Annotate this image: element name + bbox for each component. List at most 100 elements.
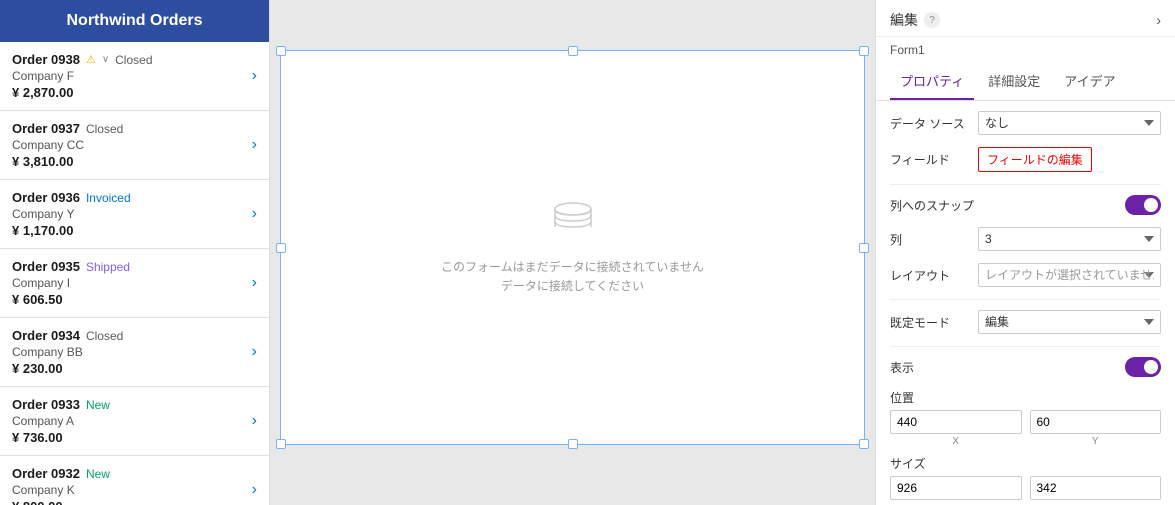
tabs-row: プロパティ 詳細設定 アイデア (876, 63, 1175, 101)
collapse-icon[interactable]: › (1156, 12, 1161, 28)
list-item[interactable]: Order 0933 New Company A ¥ 736.00 › (0, 387, 269, 456)
no-data-icon (548, 199, 598, 248)
order-company: Company I (12, 276, 244, 290)
order-status: Closed (86, 329, 123, 343)
list-item[interactable]: Order 0932 New Company K ¥ 800.00 › (0, 456, 269, 505)
position-group: 位置 X Y (890, 389, 1161, 447)
size-width-input[interactable] (890, 476, 1022, 500)
help-icon[interactable]: ? (924, 12, 940, 28)
order-amount: ¥ 606.50 (12, 292, 244, 307)
list-item[interactable]: Order 0935 Shipped Company I ¥ 606.50 › (0, 249, 269, 318)
y-label: Y (1030, 436, 1162, 447)
columns-select[interactable]: 3 (978, 227, 1161, 251)
order-info: Order 0938 ⚠ ∨ Closed Company F ¥ 2,870.… (12, 52, 244, 100)
size-group: サイズ 幅 高さ (890, 455, 1161, 505)
resize-handle-tr[interactable] (859, 46, 869, 56)
list-item[interactable]: Order 0938 ⚠ ∨ Closed Company F ¥ 2,870.… (0, 42, 269, 111)
order-number: Order 0935 (12, 259, 80, 274)
layout-row: レイアウト レイアウトが選択されていません (890, 263, 1161, 287)
order-status: Closed (86, 122, 123, 136)
sort-icon: ∨ (102, 54, 109, 65)
list-item[interactable]: Order 0934 Closed Company BB ¥ 230.00 › (0, 318, 269, 387)
list-item[interactable]: Order 0937 Closed Company CC ¥ 3,810.00 … (0, 111, 269, 180)
size-width-field: 幅 (890, 476, 1022, 505)
divider2 (890, 299, 1161, 300)
chevron-right-icon: › (252, 205, 257, 223)
order-amount: ¥ 736.00 (12, 430, 244, 445)
data-source-select[interactable]: なし (978, 111, 1161, 135)
default-mode-value[interactable]: 編集 (978, 310, 1161, 334)
divider3 (890, 346, 1161, 347)
resize-handle-tc[interactable] (568, 46, 578, 56)
data-source-row: データ ソース なし (890, 111, 1161, 135)
visible-label: 表示 (890, 359, 970, 376)
size-label: サイズ (890, 455, 1161, 472)
chevron-right-icon: › (252, 67, 257, 85)
snap-to-column-row: 列へのスナップ (890, 195, 1161, 215)
resize-handle-br[interactable] (859, 439, 869, 449)
field-row: フィールド フィールドの編集 (890, 147, 1161, 172)
order-status: Invoiced (86, 191, 131, 205)
order-amount: ¥ 230.00 (12, 361, 244, 376)
visible-row: 表示 (890, 357, 1161, 377)
order-status: Shipped (86, 260, 130, 274)
size-height-field: 高さ (1030, 476, 1162, 505)
order-number: Order 0938 (12, 52, 80, 67)
columns-value[interactable]: 3 (978, 227, 1161, 251)
list-item[interactable]: Order 0936 Invoiced Company Y ¥ 1,170.00… (0, 180, 269, 249)
order-company: Company F (12, 69, 244, 83)
tab-properties[interactable]: プロパティ (890, 63, 974, 100)
snap-label: 列へのスナップ (890, 197, 974, 214)
columns-row: 列 3 (890, 227, 1161, 251)
position-label: 位置 (890, 389, 1161, 406)
field-value: フィールドの編集 (978, 147, 1161, 172)
chevron-right-icon: › (252, 481, 257, 499)
order-info: Order 0933 New Company A ¥ 736.00 (12, 397, 244, 445)
default-mode-select[interactable]: 編集 (978, 310, 1161, 334)
order-status: New (86, 398, 110, 412)
chevron-right-icon: › (252, 343, 257, 361)
columns-label: 列 (890, 231, 970, 248)
order-company: Company Y (12, 207, 244, 221)
position-y-input[interactable] (1030, 410, 1162, 434)
visible-toggle[interactable] (1125, 357, 1161, 377)
size-height-input[interactable] (1030, 476, 1162, 500)
snap-toggle[interactable] (1125, 195, 1161, 215)
position-x-field: X (890, 410, 1022, 447)
app-header: Northwind Orders (0, 0, 269, 42)
position-y-field: Y (1030, 410, 1162, 447)
order-amount: ¥ 2,870.00 (12, 85, 244, 100)
order-number: Order 0936 (12, 190, 80, 205)
resize-handle-tl[interactable] (276, 46, 286, 56)
tab-ideas[interactable]: アイデア (1054, 63, 1125, 100)
layout-select[interactable]: レイアウトが選択されていません (978, 263, 1161, 287)
data-source-value[interactable]: なし (978, 111, 1161, 135)
order-status: New (86, 467, 110, 481)
no-data-message: このフォームはまだデータに接続されていません データに接続してください (441, 258, 704, 296)
default-mode-row: 既定モード 編集 (890, 310, 1161, 334)
resize-handle-bc[interactable] (568, 439, 578, 449)
position-x-input[interactable] (890, 410, 1022, 434)
chevron-right-icon: › (252, 412, 257, 430)
field-label: フィールド (890, 151, 970, 168)
layout-label: レイアウト (890, 267, 970, 284)
order-company: Company BB (12, 345, 244, 359)
properties-panel: 編集 ? › Form1 プロパティ 詳細設定 アイデア データ ソース なし … (875, 0, 1175, 505)
resize-handle-bl[interactable] (276, 439, 286, 449)
order-number: Order 0932 (12, 466, 80, 481)
divider (890, 184, 1161, 185)
layout-value[interactable]: レイアウトが選択されていません (978, 263, 1161, 287)
tab-advanced[interactable]: 詳細設定 (978, 63, 1050, 100)
app-title: Northwind Orders (66, 12, 202, 29)
field-edit-button[interactable]: フィールドの編集 (978, 147, 1092, 172)
order-number: Order 0937 (12, 121, 80, 136)
order-amount: ¥ 800.00 (12, 499, 244, 505)
form-canvas[interactable]: このフォームはまだデータに接続されていません データに接続してください (280, 50, 865, 445)
order-company: Company A (12, 414, 244, 428)
order-info: Order 0936 Invoiced Company Y ¥ 1,170.00 (12, 190, 244, 238)
order-number: Order 0933 (12, 397, 80, 412)
order-info: Order 0935 Shipped Company I ¥ 606.50 (12, 259, 244, 307)
resize-handle-mr[interactable] (859, 243, 869, 253)
resize-handle-ml[interactable] (276, 243, 286, 253)
chevron-right-icon: › (252, 274, 257, 292)
